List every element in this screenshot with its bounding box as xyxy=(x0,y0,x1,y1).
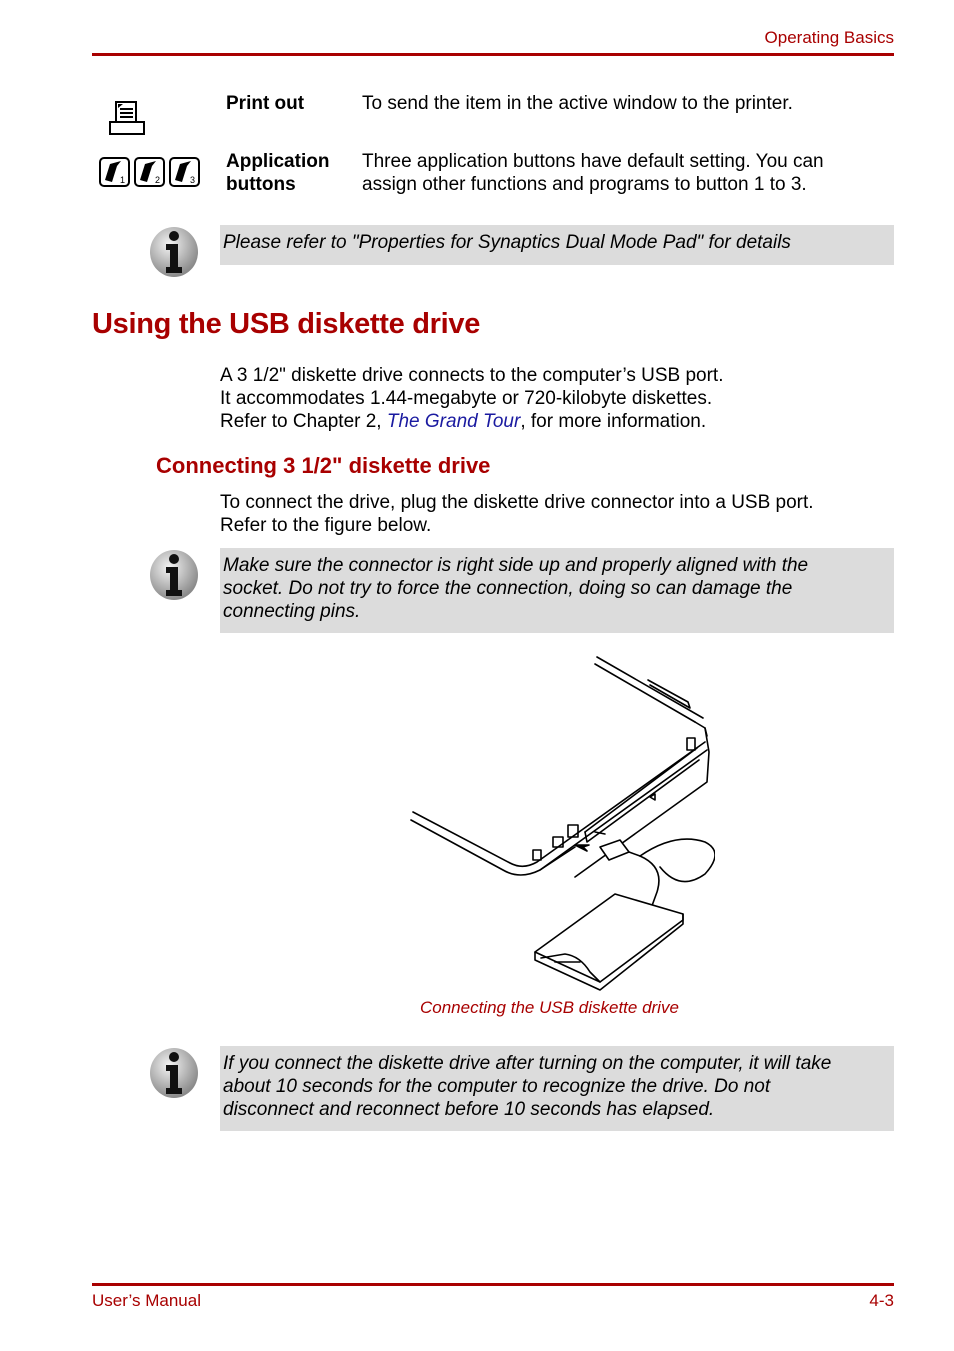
page-number: 4-3 xyxy=(869,1291,894,1310)
grand-tour-link[interactable]: The Grand Tour xyxy=(387,411,520,432)
print-out-label: Print out xyxy=(226,93,305,114)
section-paragraph: A 3 1/2" diskette drive connects to the … xyxy=(220,365,724,432)
svg-text:1: 1 xyxy=(120,175,125,185)
svg-text:2: 2 xyxy=(155,175,160,185)
application-buttons-description: Three application buttons have default s… xyxy=(362,151,824,195)
print-out-description: To send the item in the active window to… xyxy=(362,93,793,114)
note-box: Make sure the connector is right side up… xyxy=(220,548,894,633)
info-icon xyxy=(148,1046,200,1100)
info-icon xyxy=(148,225,200,279)
section-title: Using the USB diskette drive xyxy=(92,308,481,340)
footer-manual-title: User’s Manual xyxy=(92,1291,201,1310)
usb-diskette-figure xyxy=(405,652,716,997)
note-box: Please refer to "Properties for Synaptic… xyxy=(220,225,894,265)
app-button-1-icon: 1 xyxy=(99,157,130,187)
running-header: Operating Basics xyxy=(764,28,894,47)
footer-rule xyxy=(92,1283,894,1286)
app-button-3-icon: 3 xyxy=(169,157,200,187)
printer-icon xyxy=(108,100,146,138)
application-buttons-icon: 1 2 3 xyxy=(99,156,203,188)
subsection-paragraph: To connect the drive, plug the diskette … xyxy=(220,492,814,536)
figure-caption: Connecting the USB diskette drive xyxy=(420,998,679,1017)
diskette-drive-illustration xyxy=(534,893,684,991)
usb-arrow-icon xyxy=(574,844,590,852)
application-buttons-label: Application buttons xyxy=(226,151,330,195)
subsection-title: Connecting 3 1/2" diskette drive xyxy=(156,453,491,478)
app-button-2-icon: 2 xyxy=(134,157,165,187)
svg-text:3: 3 xyxy=(190,175,195,185)
info-icon xyxy=(148,548,200,602)
note-box: If you connect the diskette drive after … xyxy=(220,1046,894,1131)
header-rule xyxy=(92,53,894,56)
